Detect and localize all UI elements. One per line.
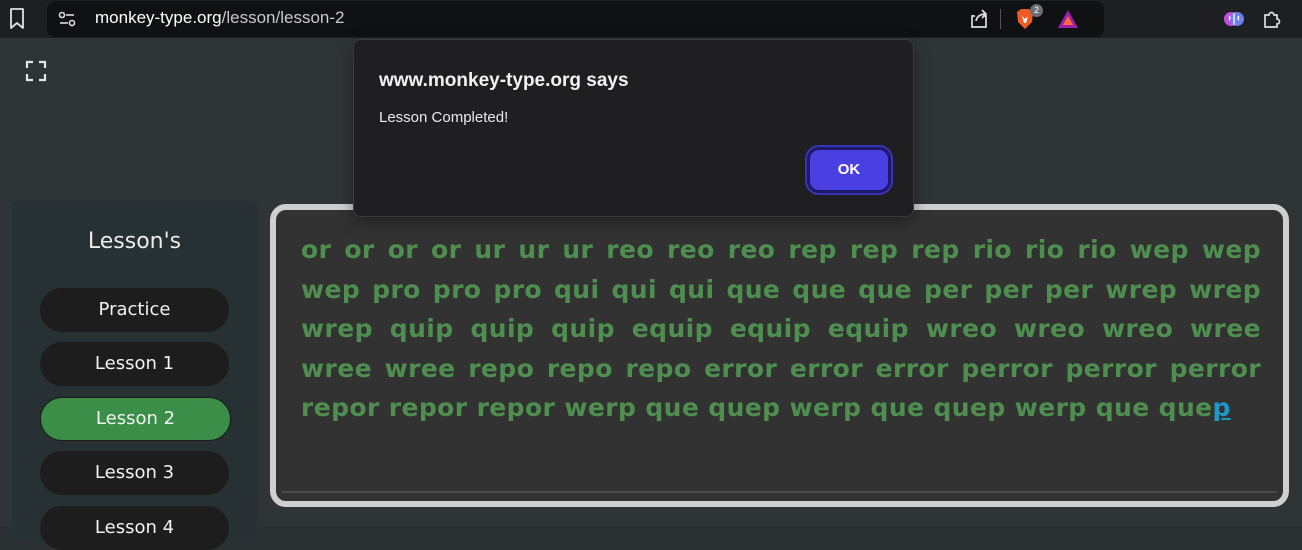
brave-rewards-icon[interactable] [1056, 8, 1080, 30]
url-text[interactable]: monkey-type.org/lesson/lesson-2 [95, 8, 344, 28]
browser-toolbar: monkey-type.org/lesson/lesson-2 2 [0, 0, 1302, 38]
site-settings-icon[interactable] [57, 9, 77, 29]
toolbar-divider [1000, 9, 1001, 29]
dialog-title: www.monkey-type.org says [379, 70, 629, 91]
typing-text: or or or or ur ur ur reo reo reo rep rep… [301, 230, 1261, 428]
lesson-button-2[interactable]: Lesson 2 [40, 397, 231, 441]
lesson-button-1[interactable]: Lesson 1 [40, 342, 229, 386]
bookmark-icon[interactable] [9, 8, 25, 30]
fullscreen-icon[interactable] [25, 60, 47, 82]
lesson-button-3[interactable]: Lesson 3 [40, 451, 229, 495]
lesson-button-practice[interactable]: Practice [40, 288, 229, 332]
extensions-icon[interactable] [1261, 8, 1283, 30]
current-character: p [1212, 393, 1231, 422]
lesson-button-4[interactable]: Lesson 4 [40, 506, 229, 550]
typing-area-divider [282, 491, 1277, 493]
sidebar-title: Lesson's [87, 229, 182, 254]
brave-shields-badge: 2 [1030, 4, 1043, 17]
ai-assistant-icon[interactable] [1222, 7, 1246, 31]
typing-area[interactable]: or or or or ur ur ur reo reo reo rep rep… [270, 204, 1289, 507]
dialog-message: Lesson Completed! [379, 109, 509, 126]
share-icon[interactable] [967, 7, 991, 31]
alert-dialog: www.monkey-type.org says Lesson Complete… [353, 39, 914, 217]
lesson-sidebar: Lesson's Practice Lesson 1 Lesson 2 Less… [12, 201, 257, 550]
ok-button[interactable]: OK [805, 145, 893, 195]
typed-text: or or or or ur ur ur reo reo reo rep rep… [301, 235, 1261, 422]
